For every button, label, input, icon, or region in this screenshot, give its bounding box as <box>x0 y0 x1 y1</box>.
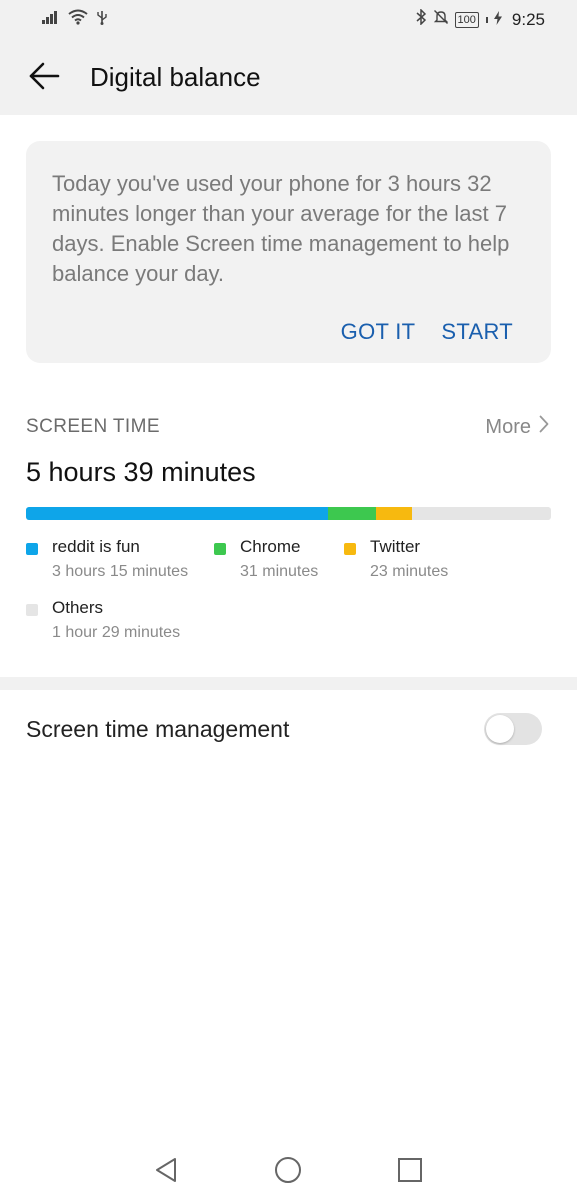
more-label: More <box>485 415 531 438</box>
notice-message: Today you've used your phone for 3 hours… <box>52 171 510 286</box>
notice-actions: GOT IT START <box>341 319 513 345</box>
recents-nav-icon[interactable] <box>394 1154 426 1186</box>
legend-app-name: Twitter <box>370 537 421 556</box>
screen-time-section-label: SCREEN TIME <box>26 416 160 437</box>
notifications-off-icon <box>433 9 449 30</box>
legend-app-duration: 31 minutes <box>240 563 319 580</box>
usage-segment-others <box>411 507 550 520</box>
usb-icon <box>96 9 108 30</box>
more-link[interactable]: More <box>485 415 549 439</box>
chevron-right-icon <box>539 415 549 439</box>
back-nav-icon[interactable] <box>150 1154 182 1186</box>
usage-segment-twitter <box>375 507 412 520</box>
usage-segment-chrome <box>327 507 376 520</box>
legend-app-name: Chrome <box>240 537 301 556</box>
app-bar: Digital balance <box>0 42 577 112</box>
notice-card: Today you've used your phone for 3 hours… <box>26 141 551 363</box>
wifi-icon <box>68 9 88 30</box>
page-title: Digital balance <box>90 62 261 92</box>
charging-icon <box>493 10 502 30</box>
battery-level: 100 <box>457 13 476 26</box>
section-divider <box>0 677 577 690</box>
legend-dot <box>344 543 356 555</box>
legend-dot <box>26 543 38 555</box>
arrow-left-icon <box>28 62 60 95</box>
battery-tip <box>485 16 488 23</box>
usage-segment-reddit-is-fun <box>26 507 328 520</box>
legend-app-name: reddit is fun <box>52 537 140 556</box>
legend-app-duration: 3 hours 15 minutes <box>52 563 189 580</box>
home-nav-icon[interactable] <box>272 1154 304 1186</box>
toggle-knob <box>486 715 514 743</box>
total-screen-time: 5 hours 39 minutes <box>26 457 256 487</box>
got-it-button[interactable]: GOT IT <box>341 319 416 345</box>
navigation-bar <box>0 1140 577 1198</box>
legend-app-duration: 1 hour 29 minutes <box>52 624 181 641</box>
screen-time-management-toggle[interactable] <box>484 713 542 745</box>
status-left <box>42 9 108 30</box>
legend-dot <box>214 543 226 555</box>
legend-app-duration: 23 minutes <box>370 563 449 580</box>
status-time: 9:25 <box>511 9 545 29</box>
legend-dot <box>26 604 38 616</box>
screen-time-management-label: Screen time management <box>26 716 290 742</box>
signal-icon <box>42 9 60 30</box>
start-button[interactable]: START <box>441 319 513 345</box>
bluetooth-icon <box>415 8 427 30</box>
battery-icon: 100 <box>454 11 479 28</box>
status-bar: 100 9:25 <box>0 0 577 40</box>
back-button[interactable] <box>22 56 66 100</box>
usage-bar <box>26 507 551 520</box>
legend-app-name: Others <box>52 598 104 617</box>
status-right: 100 9:25 <box>415 8 545 30</box>
